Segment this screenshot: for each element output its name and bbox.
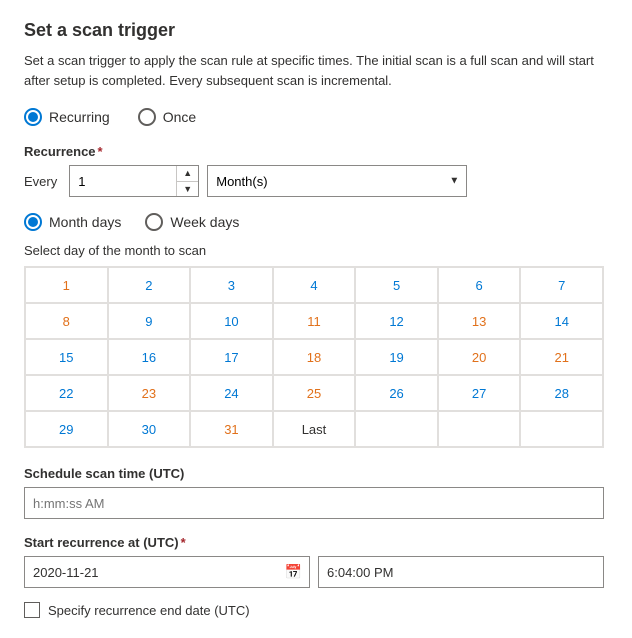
calendar-day-cell[interactable]: 12 [355, 303, 438, 339]
calendar-day-cell[interactable]: 17 [190, 339, 273, 375]
calendar-day-cell[interactable]: 16 [108, 339, 191, 375]
calendar-day-cell[interactable]: 20 [438, 339, 521, 375]
page-description: Set a scan trigger to apply the scan rul… [24, 51, 608, 90]
calendar-day-cell[interactable]: 15 [25, 339, 108, 375]
calendar-day-cell[interactable]: 22 [25, 375, 108, 411]
calendar-day-cell[interactable]: 29 [25, 411, 108, 447]
calendar-day-cell[interactable]: 11 [273, 303, 356, 339]
period-dropdown[interactable]: Month(s) Week(s) Day(s) [207, 165, 467, 197]
calendar-day-cell[interactable]: 10 [190, 303, 273, 339]
calendar-day-cell[interactable]: 9 [108, 303, 191, 339]
start-recurrence-section: Start recurrence at (UTC)* 📅 [24, 535, 608, 588]
start-date-input[interactable] [24, 556, 310, 588]
calendar-day-cell[interactable]: 24 [190, 375, 273, 411]
end-date-checkbox[interactable] [24, 602, 40, 618]
spin-buttons: ▲ ▼ [176, 166, 198, 196]
calendar-day-cell[interactable]: 26 [355, 375, 438, 411]
once-option[interactable]: Once [138, 108, 196, 126]
once-radio[interactable] [138, 108, 156, 126]
end-date-row: Specify recurrence end date (UTC) [24, 602, 608, 618]
required-star: * [98, 144, 103, 159]
month-days-label: Month days [49, 214, 121, 230]
schedule-time-input[interactable] [24, 487, 604, 519]
calendar-day-cell[interactable]: 4 [273, 267, 356, 303]
date-input-wrap: 📅 [24, 556, 310, 588]
recurring-option[interactable]: Recurring [24, 108, 110, 126]
calendar-day-cell[interactable]: 1 [25, 267, 108, 303]
trigger-type-group: Recurring Once [24, 108, 608, 126]
month-days-option[interactable]: Month days [24, 213, 121, 231]
calendar-day-cell[interactable]: 2 [108, 267, 191, 303]
calendar-instruction: Select day of the month to scan [24, 243, 608, 258]
calendar-day-cell[interactable]: 23 [108, 375, 191, 411]
every-label: Every [24, 174, 57, 189]
required-star-2: * [181, 535, 186, 550]
calendar-day-cell[interactable]: 30 [108, 411, 191, 447]
calendar-grid: 1234567891011121314151617181920212223242… [24, 266, 604, 448]
once-label: Once [163, 109, 196, 125]
period-dropdown-wrap: Month(s) Week(s) Day(s) ▼ [207, 165, 467, 197]
calendar-day-cell[interactable]: 6 [438, 267, 521, 303]
calendar-day-cell[interactable]: 18 [273, 339, 356, 375]
end-date-label: Specify recurrence end date (UTC) [48, 603, 250, 618]
recurrence-row: Every ▲ ▼ Month(s) Week(s) Day(s) ▼ [24, 165, 608, 197]
calendar-empty-cell [520, 411, 603, 447]
calendar-day-cell[interactable]: 14 [520, 303, 603, 339]
calendar-day-cell[interactable]: 25 [273, 375, 356, 411]
page-title: Set a scan trigger [24, 20, 608, 41]
calendar-day-cell[interactable]: 31 [190, 411, 273, 447]
calendar-day-cell[interactable]: 28 [520, 375, 603, 411]
spin-up-button[interactable]: ▲ [177, 166, 198, 182]
start-recurrence-label: Start recurrence at (UTC)* [24, 535, 608, 550]
calendar-empty-cell [438, 411, 521, 447]
schedule-scan-label: Schedule scan time (UTC) [24, 466, 608, 481]
recurring-label: Recurring [49, 109, 110, 125]
calendar-day-cell[interactable]: 19 [355, 339, 438, 375]
week-days-label: Week days [170, 214, 239, 230]
schedule-scan-section: Schedule scan time (UTC) [24, 466, 608, 519]
schedule-time-input-wrap [24, 487, 604, 519]
month-days-radio[interactable] [24, 213, 42, 231]
calendar-day-cell[interactable]: 8 [25, 303, 108, 339]
start-row: 📅 [24, 556, 604, 588]
calendar-day-cell[interactable]: 21 [520, 339, 603, 375]
calendar-day-cell[interactable]: 3 [190, 267, 273, 303]
week-days-radio[interactable] [145, 213, 163, 231]
recurrence-label: Recurrence* [24, 144, 608, 159]
recurring-radio[interactable] [24, 108, 42, 126]
start-time-wrap [318, 556, 604, 588]
week-days-option[interactable]: Week days [145, 213, 239, 231]
day-type-group: Month days Week days [24, 213, 608, 231]
calendar-day-cell[interactable]: 7 [520, 267, 603, 303]
calendar-empty-cell [355, 411, 438, 447]
calendar-day-cell[interactable]: 5 [355, 267, 438, 303]
start-time-input[interactable] [318, 556, 604, 588]
recurrence-number-input: ▲ ▼ [69, 165, 199, 197]
calendar-day-cell[interactable]: 27 [438, 375, 521, 411]
calendar-day-cell[interactable]: Last [273, 411, 356, 447]
calendar-day-cell[interactable]: 13 [438, 303, 521, 339]
spin-down-button[interactable]: ▼ [177, 182, 198, 197]
